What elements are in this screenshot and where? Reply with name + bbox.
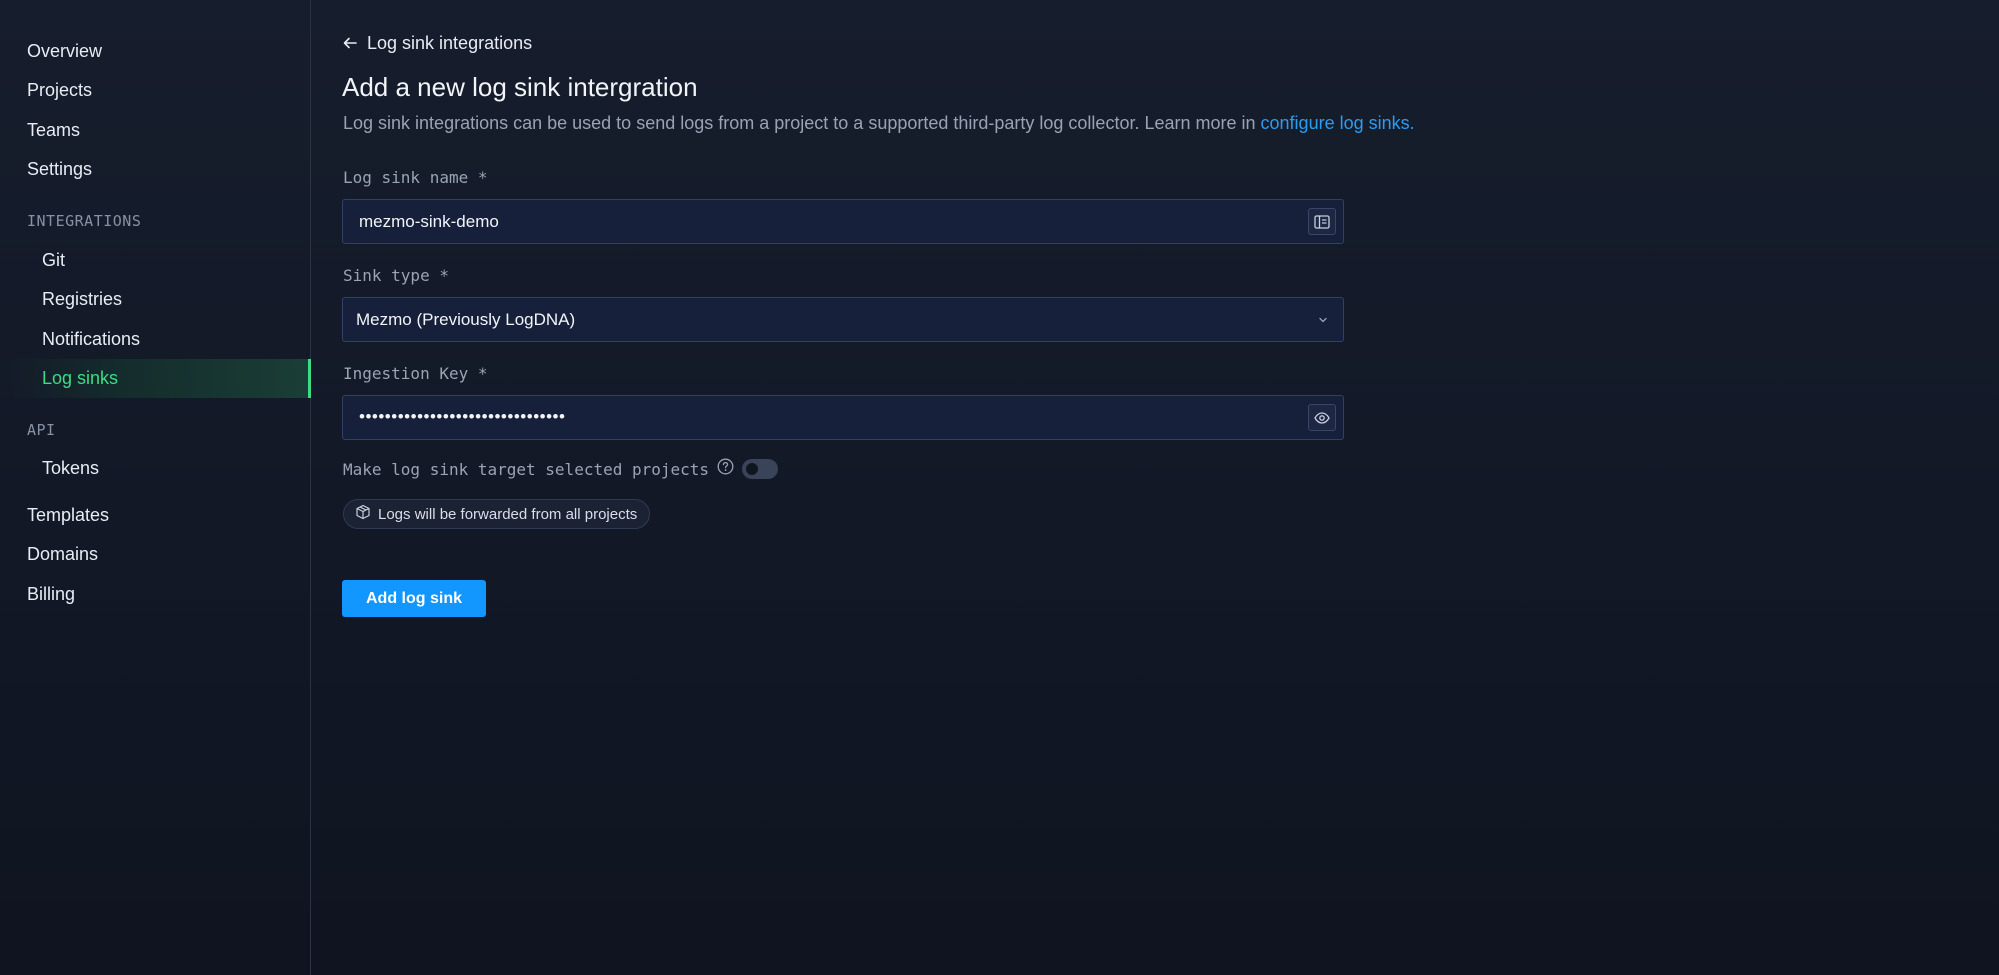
target-projects-row: Make log sink target selected projects	[343, 458, 779, 480]
chevron-down-icon	[1317, 313, 1329, 331]
sink-type-value: Mezmo (Previously LogDNA)	[356, 310, 576, 329]
sidebar-item-log-sinks[interactable]: Log sinks	[42, 368, 118, 389]
eye-icon[interactable]	[1308, 404, 1336, 431]
sink-type-label: Sink type *	[343, 266, 449, 285]
ingestion-key-label: Ingestion Key *	[343, 364, 488, 383]
log-sink-name-label: Log sink name *	[343, 168, 488, 187]
help-icon[interactable]	[717, 458, 734, 480]
page-description-text: Log sink integrations can be used to sen…	[343, 113, 1256, 133]
forwarding-info-text: Logs will be forwarded from all projects	[378, 505, 638, 523]
back-link[interactable]: Log sink integrations	[343, 33, 532, 54]
arrow-left-icon	[343, 33, 357, 54]
sidebar-item-tokens[interactable]: Tokens	[42, 458, 99, 479]
sidebar-item-billing[interactable]: Billing	[27, 584, 75, 605]
target-projects-label: Make log sink target selected projects	[343, 459, 710, 479]
toggle-knob	[746, 463, 759, 475]
forwarding-info-badge: Logs will be forwarded from all projects	[343, 499, 651, 529]
sidebar-heading-integrations: INTEGRATIONS	[27, 212, 142, 230]
page-title: Add a new log sink intergration	[342, 72, 698, 102]
page-description: Log sink integrations can be used to sen…	[343, 113, 1415, 134]
sidebar-item-notifications[interactable]: Notifications	[42, 329, 140, 350]
sidebar-heading-api: API	[27, 421, 56, 439]
sidebar: Overview Projects Teams Settings INTEGRA…	[0, 0, 311, 975]
id-card-icon[interactable]	[1308, 208, 1336, 235]
log-sink-name-value: mezmo-sink-demo	[359, 212, 499, 231]
ingestion-key-value: ••••••••••••••••••••••••••••••••	[359, 407, 566, 426]
sidebar-item-domains[interactable]: Domains	[27, 544, 98, 565]
sidebar-item-git[interactable]: Git	[42, 250, 65, 271]
sidebar-item-templates[interactable]: Templates	[27, 505, 109, 526]
sidebar-item-registries[interactable]: Registries	[42, 289, 122, 310]
add-log-sink-button[interactable]: Add log sink	[342, 580, 486, 617]
sidebar-item-teams[interactable]: Teams	[27, 120, 80, 141]
ingestion-key-input[interactable]: ••••••••••••••••••••••••••••••••	[342, 395, 1344, 440]
configure-log-sinks-link[interactable]: configure log sinks.	[1261, 113, 1415, 133]
target-projects-toggle[interactable]	[742, 459, 779, 479]
package-icon	[355, 504, 371, 524]
back-link-label: Log sink integrations	[367, 33, 533, 53]
sidebar-item-settings[interactable]: Settings	[27, 159, 92, 180]
sidebar-item-overview[interactable]: Overview	[27, 41, 102, 62]
log-sink-name-input[interactable]: mezmo-sink-demo	[342, 199, 1344, 244]
sink-type-select[interactable]: Mezmo (Previously LogDNA)	[342, 297, 1344, 342]
sidebar-item-projects[interactable]: Projects	[27, 80, 92, 101]
